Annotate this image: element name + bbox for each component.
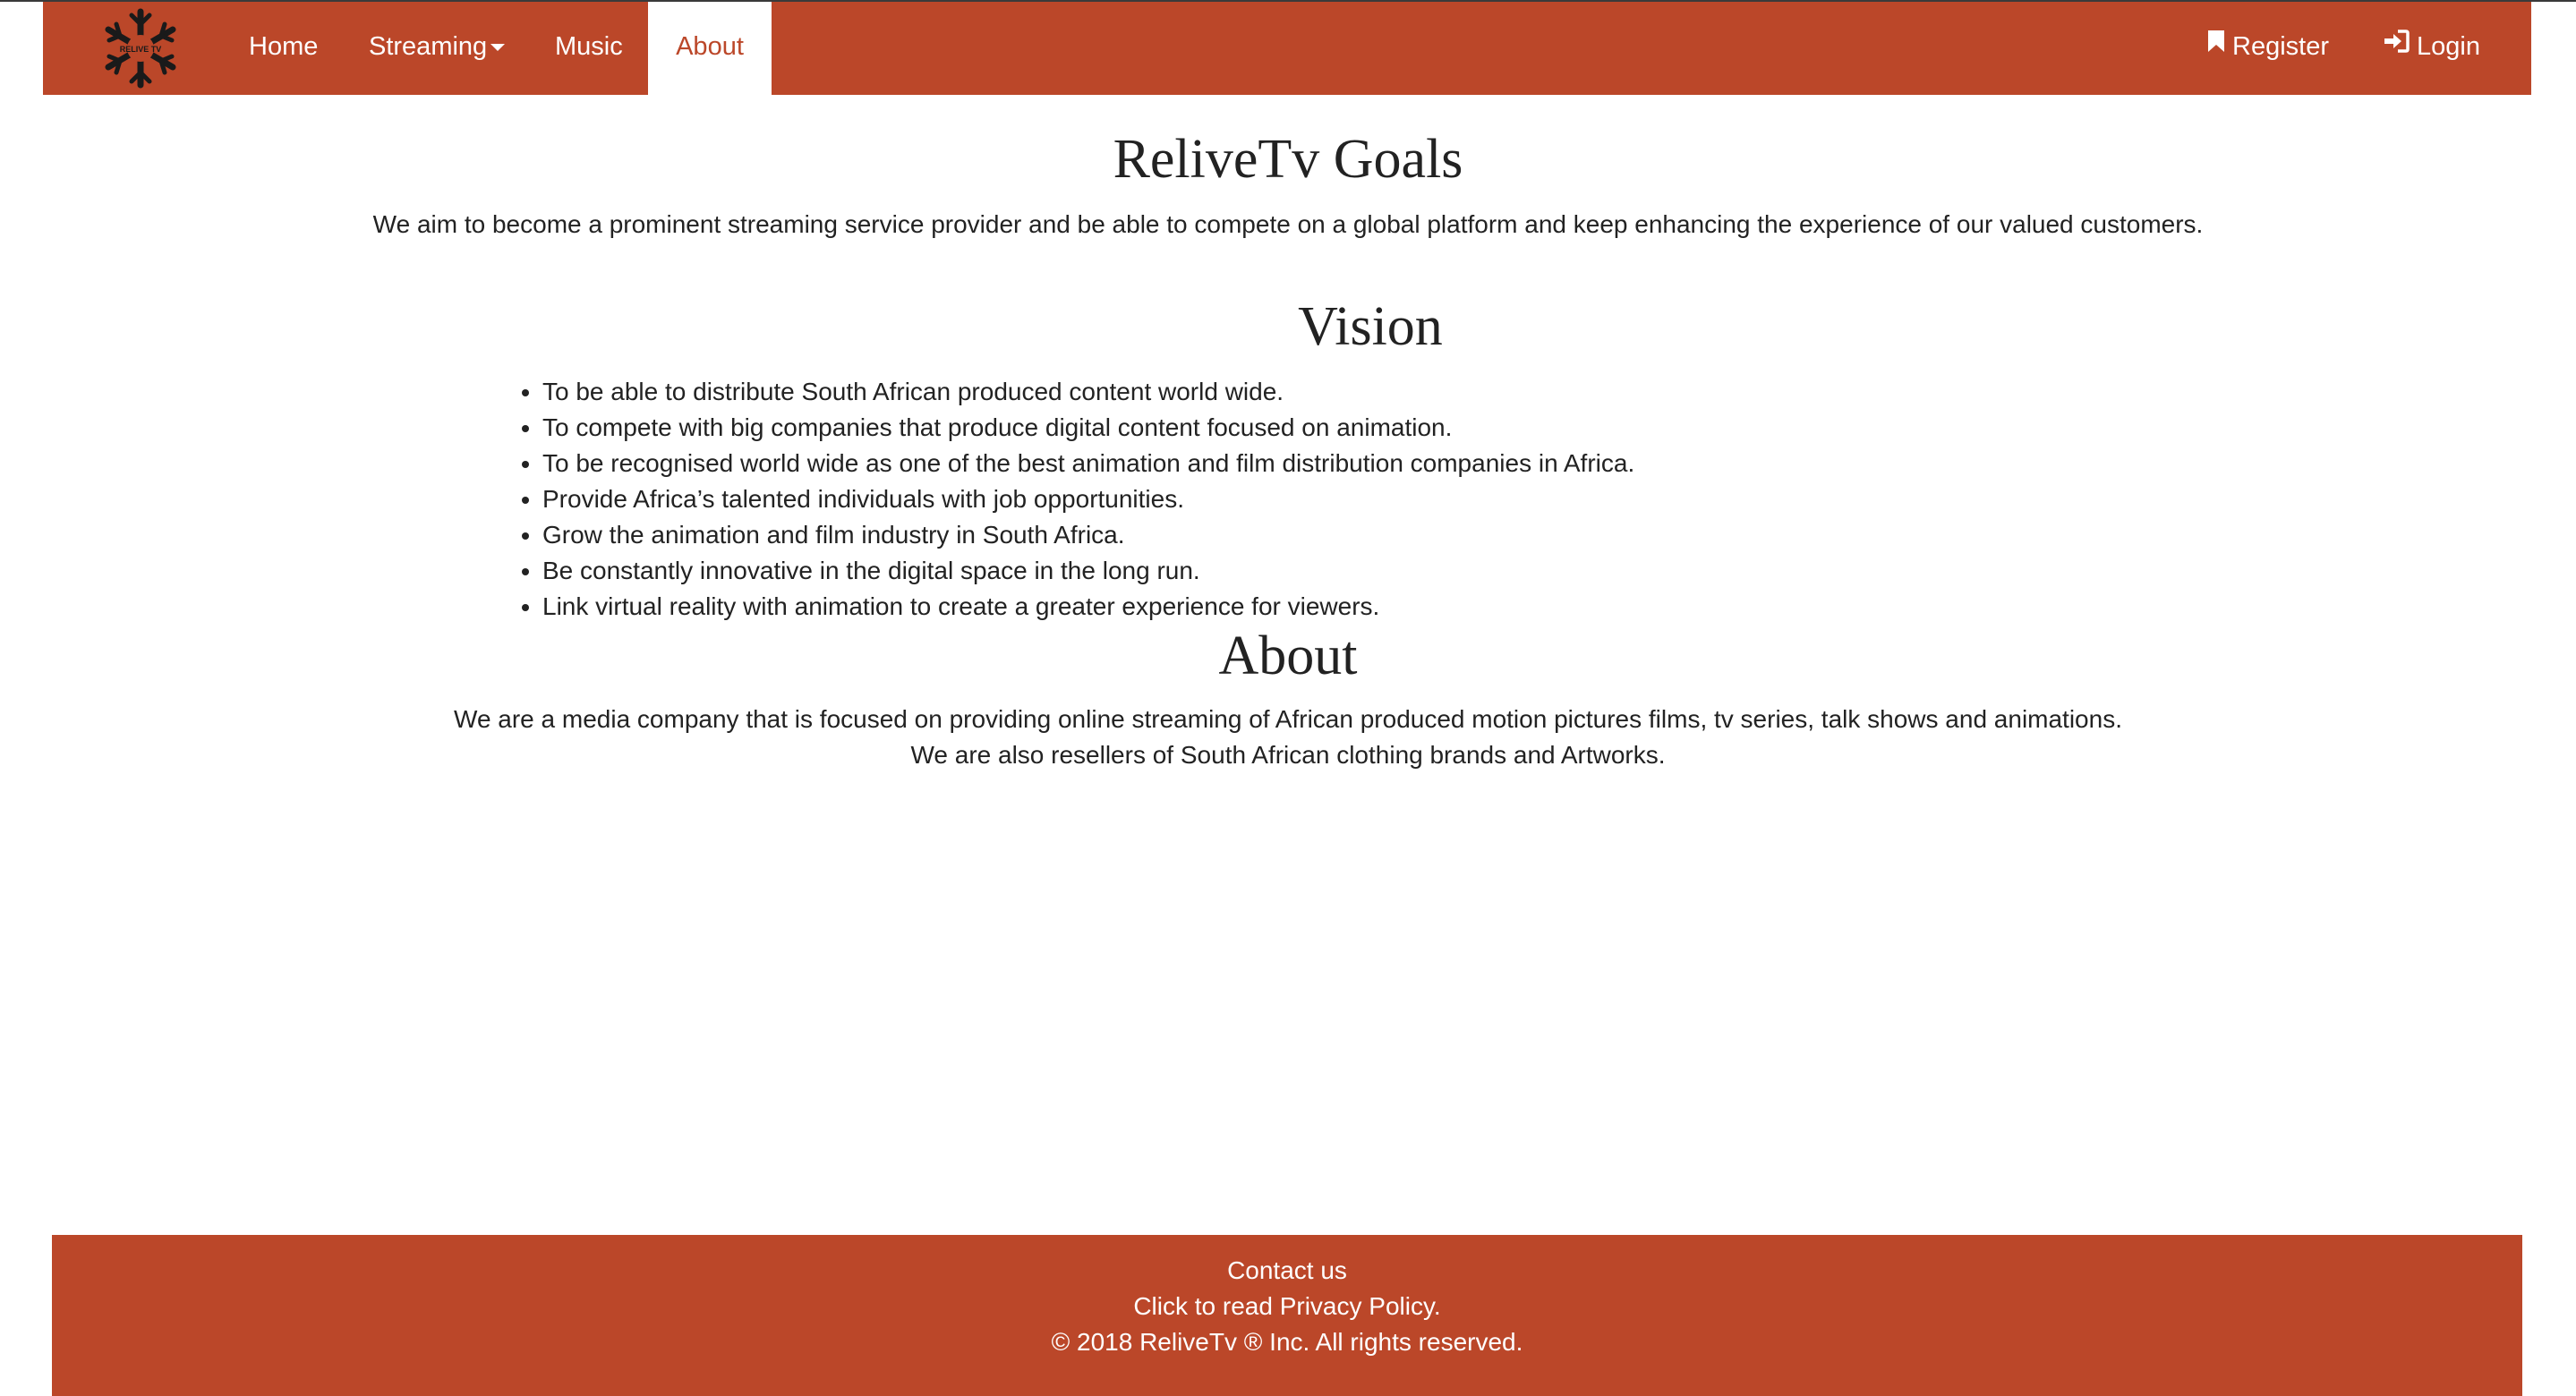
svg-text:RELIVE TV: RELIVE TV (120, 45, 162, 54)
navbar: RELIVE TV Home Streaming Music About Reg… (43, 2, 2531, 97)
nav-streaming-dropdown[interactable]: Streaming (369, 2, 506, 95)
nav-home-label: Home (249, 32, 319, 61)
vision-list-item: Grow the animation and film industry in … (542, 517, 1634, 553)
bookmark-icon (2207, 0, 2225, 89)
vision-list-item: To be able to distribute South African p… (542, 374, 1634, 410)
about-text-line-1: We are a media company that is focused o… (454, 705, 2122, 733)
login-label: Login (2417, 32, 2480, 61)
nav-music-label: Music (555, 32, 623, 61)
vision-list-item: To compete with big companies that produ… (542, 410, 1634, 446)
goals-text: We aim to become a prominent streaming s… (372, 210, 2204, 238)
about-text-line-2: We are also resellers of South African c… (910, 741, 1666, 769)
footer: Contact us Click to read Privacy Policy.… (52, 1235, 2522, 1396)
caret-down-icon (490, 44, 506, 52)
vision-heading: Vision (1298, 296, 1443, 357)
vision-list-item: Be constantly innovative in the digital … (542, 553, 1634, 589)
register-link[interactable]: Register (2207, 2, 2329, 95)
vision-list-item: Provide Africa’s talented individuals wi… (542, 481, 1634, 517)
nav-streaming-label: Streaming (369, 32, 488, 61)
nav-about-active[interactable]: About (648, 2, 772, 97)
vision-list-item: To be recognised world wide as one of th… (542, 446, 1634, 481)
privacy-policy-link[interactable]: Click to read Privacy Policy. (52, 1289, 2522, 1324)
nav-music[interactable]: Music (555, 2, 623, 95)
copyright-text: © 2018 ReliveTv ® Inc. All rights reserv… (1051, 1328, 1523, 1356)
about-heading: About (1218, 626, 1358, 686)
snowflake-logo-icon: RELIVE TV (105, 8, 176, 89)
nav-about-label: About (676, 32, 744, 61)
register-label: Register (2232, 32, 2329, 61)
login-link[interactable]: Login (2383, 2, 2480, 95)
vision-list: To be able to distribute South African p… (494, 374, 1634, 625)
nav-home[interactable]: Home (249, 2, 318, 95)
goals-heading: ReliveTv Goals (1113, 129, 1463, 190)
sign-in-icon (2383, 0, 2410, 89)
vision-list-item: Link virtual reality with animation to c… (542, 589, 1634, 625)
relive-tv-logo[interactable]: RELIVE TV (98, 6, 183, 90)
contact-us-link[interactable]: Contact us (52, 1253, 2522, 1289)
